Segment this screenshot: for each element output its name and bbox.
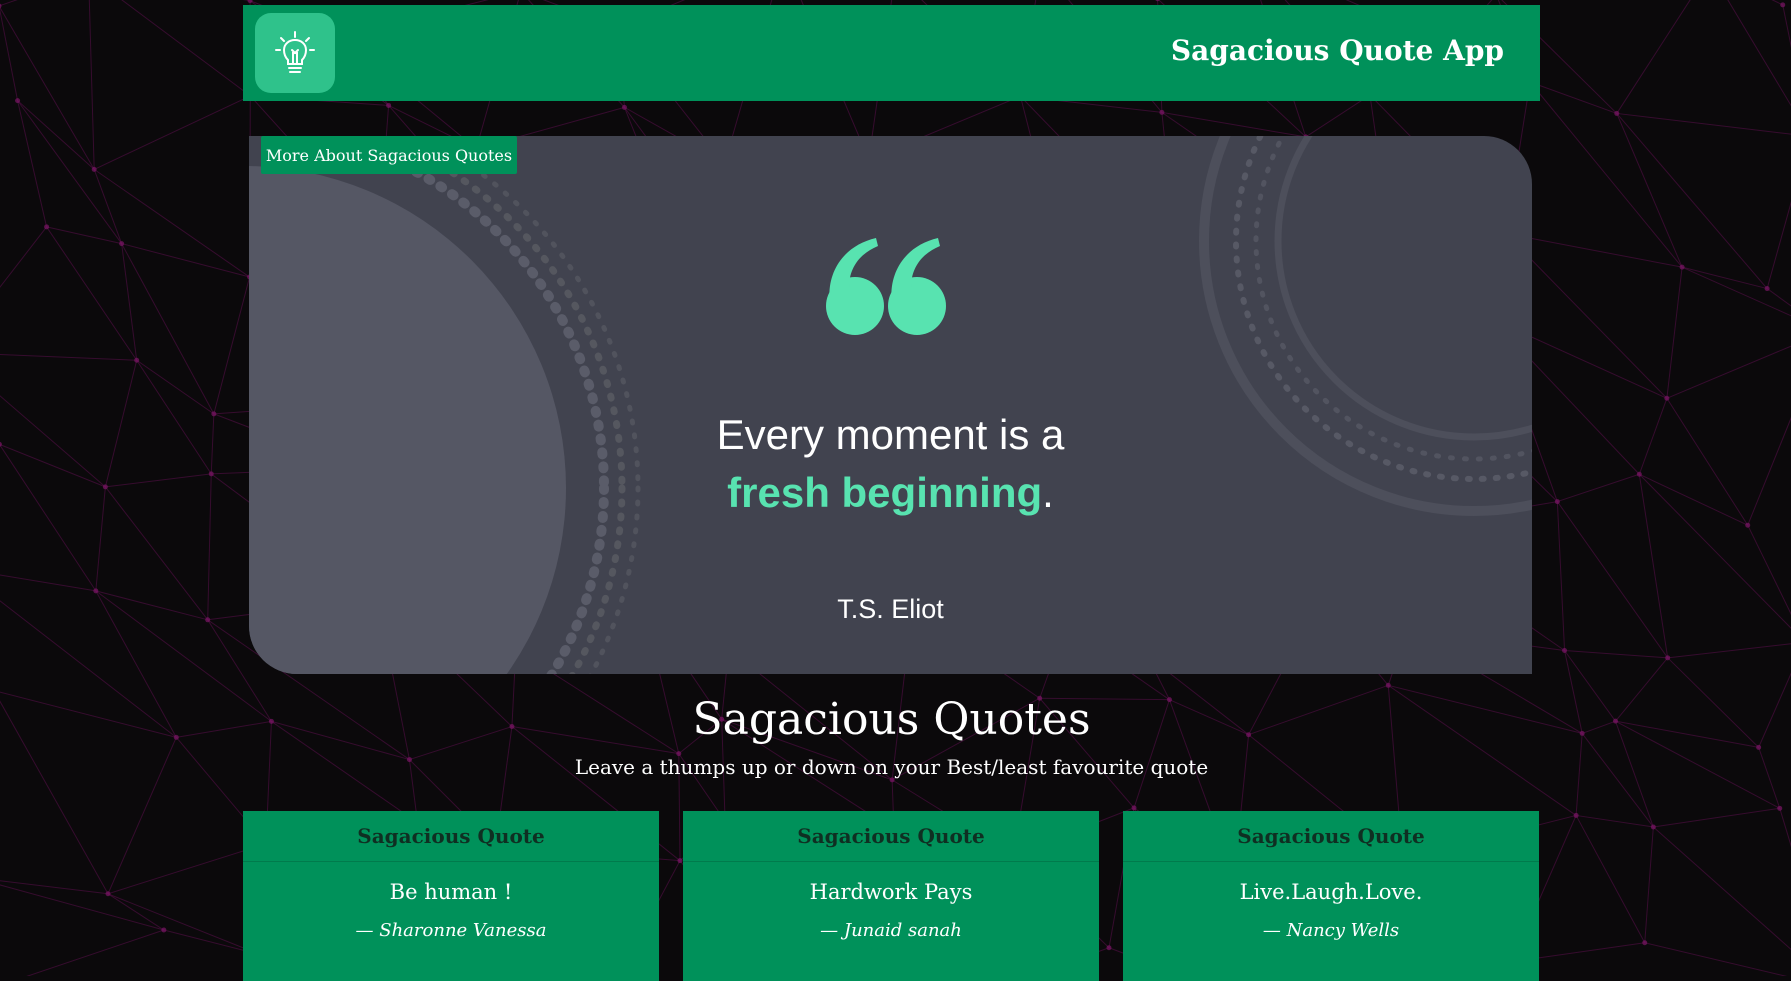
quote-card[interactable]: Sagacious Quote Live.Laugh.Love. — Nancy… [1123, 811, 1539, 981]
hero-quote: Every moment is a fresh beginning. [249, 406, 1532, 522]
quote-card[interactable]: Sagacious Quote Be human ! — Sharonne Va… [243, 811, 659, 981]
card-quote: Hardwork Pays [683, 880, 1099, 904]
quote-end: . [1042, 469, 1054, 516]
card-author: — Junaid sanah [683, 920, 1099, 941]
quote-author: T.S. Eliot [249, 594, 1532, 625]
section-title: Sagacious Quotes [0, 694, 1783, 745]
card-header: Sagacious Quote [1123, 811, 1539, 862]
navbar: Sagacious Quote App [243, 5, 1540, 101]
section-subtitle: Leave a thumps up or down on your Best/l… [0, 755, 1783, 779]
card-quote: Live.Laugh.Love. [1123, 880, 1539, 904]
more-about-button[interactable]: More About Sagacious Quotes [261, 136, 517, 174]
card-header: Sagacious Quote [243, 811, 659, 862]
hero-quote-panel: Every moment is a fresh beginning. T.S. … [249, 136, 1532, 674]
lightbulb-icon [271, 29, 319, 77]
quote-marks-icon [824, 236, 954, 336]
card-author: — Nancy Wells [1123, 920, 1539, 941]
card-quote: Be human ! [243, 880, 659, 904]
quote-line-1: Every moment is a [249, 406, 1532, 464]
quote-line-2: fresh beginning. [249, 464, 1532, 522]
card-author: — Sharonne Vanessa [243, 920, 659, 941]
quote-highlight: fresh beginning [727, 469, 1042, 516]
app-logo[interactable] [255, 13, 335, 93]
card-header: Sagacious Quote [683, 811, 1099, 862]
quote-card[interactable]: Sagacious Quote Hardwork Pays — Junaid s… [683, 811, 1099, 981]
app-title[interactable]: Sagacious Quote App [1171, 34, 1504, 67]
